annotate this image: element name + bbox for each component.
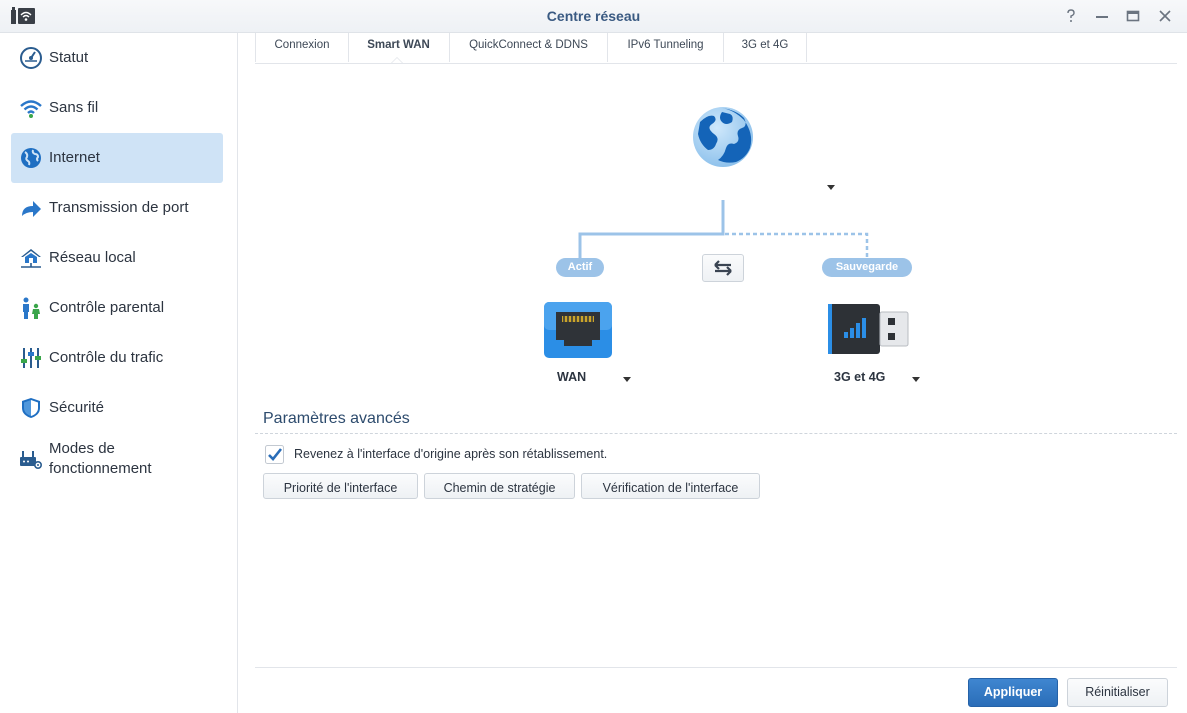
sidebar-item-label: Sans fil xyxy=(49,99,99,116)
sidebar-item-label: Réseau local xyxy=(49,249,136,266)
help-icon[interactable] xyxy=(1062,7,1080,25)
active-tab-indicator xyxy=(391,57,403,63)
globe-icon xyxy=(21,148,41,168)
backup-badge: Sauvegarde xyxy=(822,258,912,277)
tab-label: Smart WAN xyxy=(367,39,430,51)
mobile-interface-dropdown[interactable] xyxy=(912,377,920,382)
tab-ipv6-tunneling[interactable]: IPv6 Tunneling xyxy=(608,33,724,62)
sidebar-item-sans-fil[interactable]: Sans fil xyxy=(11,83,223,133)
forward-arrow-icon xyxy=(22,201,41,217)
active-badge: Actif xyxy=(556,258,604,277)
tab-label: 3G et 4G xyxy=(741,39,789,51)
swap-arrows-icon xyxy=(714,260,732,276)
sliders-icon xyxy=(21,348,41,368)
apply-button[interactable]: Appliquer xyxy=(968,678,1058,707)
sidebar: Statut Sans fil Internet Transmission de… xyxy=(0,33,238,713)
sidebar-item-label: Modes de fonctionnement xyxy=(49,440,152,477)
maximize-icon[interactable] xyxy=(1124,7,1142,25)
reset-button[interactable]: Réinitialiser xyxy=(1067,678,1168,707)
tab-label: QuickConnect & DDNS xyxy=(469,39,588,51)
restore-original-interface-checkbox[interactable] xyxy=(265,445,284,464)
tab-3g-et-4g[interactable]: 3G et 4G xyxy=(724,33,807,62)
tab-quickconnect-ddns[interactable]: QuickConnect & DDNS xyxy=(450,33,608,62)
close-icon[interactable] xyxy=(1156,7,1174,25)
connection-lines xyxy=(578,200,869,262)
home-network-icon xyxy=(21,249,41,268)
sidebar-item-reseau-local[interactable]: Réseau local xyxy=(11,233,223,283)
speedometer-icon xyxy=(20,47,42,69)
section-divider xyxy=(255,433,1177,434)
sidebar-item-label: Internet xyxy=(49,149,100,166)
tab-label: IPv6 Tunneling xyxy=(627,39,704,51)
ethernet-port-icon xyxy=(544,302,612,358)
shield-icon xyxy=(22,398,40,418)
mobile-interface-label: 3G et 4G xyxy=(834,370,886,384)
sidebar-item-label: Sécurité xyxy=(49,399,105,416)
advanced-settings-title: Paramètres avancés xyxy=(263,410,410,427)
sidebar-item-controle-parental[interactable]: Contrôle parental xyxy=(11,283,223,333)
sidebar-item-label: Transmission de port xyxy=(49,199,189,216)
title-bar: Centre réseau xyxy=(0,0,1187,33)
policy-route-button[interactable]: Chemin de stratégie xyxy=(424,473,575,499)
tab-label: Connexion xyxy=(274,39,330,51)
tab-connexion[interactable]: Connexion xyxy=(255,33,349,62)
sidebar-item-label: Contrôle parental xyxy=(49,299,165,316)
interface-priority-button[interactable]: Priorité de l'interface xyxy=(263,473,418,499)
wifi-icon xyxy=(20,100,42,118)
sidebar-item-transmission-de-port[interactable]: Transmission de port xyxy=(11,183,223,233)
internet-globe-icon xyxy=(693,107,753,167)
minimize-icon[interactable] xyxy=(1093,7,1111,25)
internet-options-dropdown[interactable] xyxy=(827,185,835,190)
sidebar-item-internet[interactable]: Internet xyxy=(11,133,223,183)
sidebar-item-statut[interactable]: Statut xyxy=(11,33,223,83)
router-gear-icon xyxy=(20,451,43,470)
swap-interfaces-button[interactable] xyxy=(702,254,744,282)
wan-interface-dropdown[interactable] xyxy=(623,377,631,382)
window-title: Centre réseau xyxy=(546,8,641,24)
family-icon xyxy=(23,297,40,319)
usb-modem-icon xyxy=(828,304,909,354)
sidebar-item-controle-du-trafic[interactable]: Contrôle du trafic xyxy=(11,333,223,383)
restore-original-interface-label: Revenez à l'interface d'origine après so… xyxy=(294,447,608,461)
footer-divider xyxy=(255,667,1177,668)
sidebar-item-label: Statut xyxy=(49,49,89,66)
interface-check-button[interactable]: Vérification de l'interface xyxy=(581,473,760,499)
sidebar-item-securite[interactable]: Sécurité xyxy=(11,383,223,433)
sidebar-item-modes-de-fonctionnement[interactable]: Modes de fonctionnement xyxy=(11,433,223,485)
sidebar-item-label: Contrôle du trafic xyxy=(49,349,164,366)
wan-interface-label: WAN xyxy=(557,370,587,384)
